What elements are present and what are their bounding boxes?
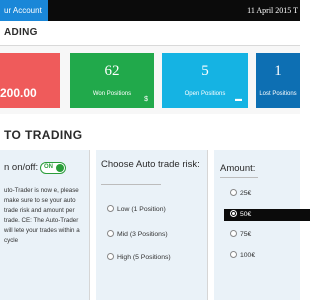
won-positions-card: 62 Won Positions $: [70, 53, 154, 108]
lost-positions-card: 1 Lost Positions: [256, 53, 300, 108]
radio-icon: [230, 188, 237, 196]
toggle-knob-icon: [56, 164, 64, 172]
autotrader-panel: n on/off: ON uto-Trader is now e, please…: [0, 150, 90, 300]
auto-trading-title: TO TRADING: [4, 128, 83, 142]
radio-icon: [107, 252, 114, 260]
amount-option-label: 75€: [240, 231, 252, 238]
radio-icon: [107, 204, 114, 212]
autotrader-toggle[interactable]: ON: [40, 162, 66, 174]
risk-option-mid[interactable]: Mid (3 Positions): [107, 229, 187, 239]
radio-icon: [230, 250, 237, 258]
folder-icon: ▬: [235, 96, 242, 103]
account-tab[interactable]: ur Account: [0, 0, 48, 21]
date-display: 11 April 2015 T: [247, 6, 298, 15]
risk-option-label: Mid (3 Positions): [117, 231, 168, 238]
trading-title: ADING: [4, 27, 38, 38]
balance-card: 200.00: [0, 53, 60, 108]
auto-trading-header: TO TRADING: [0, 114, 300, 150]
amount-option-75[interactable]: 75€: [230, 229, 252, 239]
risk-option-high[interactable]: High (5 Positions): [107, 252, 187, 262]
open-positions-card: 5 Open Positions ▬: [162, 53, 248, 108]
risk-option-label: Low (1 Position): [117, 206, 166, 213]
risk-option-label: High (5 Positions): [117, 254, 171, 261]
radio-icon: [230, 229, 237, 237]
radio-icon: [107, 229, 114, 237]
amount-panel: Amount: 25€ 50€ 75€ 100€: [214, 150, 310, 300]
dollar-icon: $: [144, 96, 148, 103]
amount-option-label: 25€: [240, 190, 252, 197]
autotrader-description: uto-Trader is now e, please make sure to…: [4, 187, 80, 244]
amount-option-50[interactable]: 50€: [224, 209, 310, 221]
radio-selected-icon: [230, 209, 237, 217]
amount-option-label: 100€: [240, 252, 256, 259]
risk-title: Choose Auto trade risk:: [101, 159, 200, 170]
amount-title-underline: [220, 177, 258, 178]
lost-positions-label: Lost Positions: [259, 91, 297, 97]
stats-row: 200.00 62 Won Positions $ 5 Open Positio…: [0, 46, 300, 114]
trading-header: ADING: [0, 21, 300, 46]
toggle-label: ON: [44, 164, 53, 170]
amount-option-25[interactable]: 25€: [230, 188, 252, 198]
amount-option-100[interactable]: 100€: [230, 250, 256, 260]
risk-title-underline: [101, 184, 161, 185]
amount-option-label: 50€: [240, 211, 252, 218]
won-positions-value: 62: [104, 63, 120, 79]
autotrader-title: n on/off:: [4, 162, 39, 173]
won-positions-label: Won Positions: [92, 91, 132, 97]
open-positions-value: 5: [201, 63, 209, 79]
risk-option-low[interactable]: Low (1 Position): [107, 204, 166, 214]
auto-trading-panels: n on/off: ON uto-Trader is now e, please…: [0, 150, 310, 300]
lost-positions-value: 1: [274, 63, 282, 79]
balance-value: 200.00: [0, 86, 37, 100]
top-bar: ur Account 11 April 2015 T: [0, 0, 300, 21]
amount-title: Amount:: [220, 163, 256, 174]
risk-panel: Choose Auto trade risk: Low (1 Position)…: [96, 150, 208, 300]
